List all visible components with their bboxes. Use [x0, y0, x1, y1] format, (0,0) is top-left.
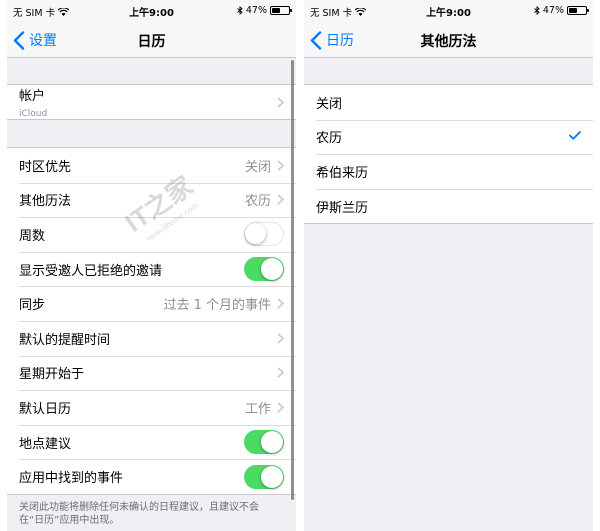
chevron-left-icon [13, 30, 25, 50]
location-suggestions-toggle[interactable] [244, 430, 284, 455]
chevron-right-icon [277, 160, 284, 171]
battery-percent: 47% [245, 5, 267, 16]
back-button[interactable]: 日历 [310, 30, 354, 50]
calendar-options-group: 关闭 农历 希伯来历 伊斯兰历 [304, 84, 593, 225]
row-sync[interactable]: 同步 过去 1 个月的事件 [7, 286, 296, 321]
row-default-alert-times[interactable]: 默认的提醒时间 [7, 320, 296, 356]
row-start-week-on[interactable]: 星期开始于 [7, 355, 296, 391]
week-numbers-toggle[interactable] [244, 222, 284, 247]
chevron-left-icon [310, 30, 322, 50]
bluetooth-icon [534, 6, 540, 15]
row-alternate-calendars[interactable]: 其他历法 农历 [7, 182, 296, 218]
calendar-settings-screen: 无 SIM 卡 上午9:00 47% 设置 日历 帐户 iCloud 时区优先 … [7, 0, 296, 531]
back-button[interactable]: 设置 [13, 30, 57, 50]
chevron-right-icon [277, 367, 284, 378]
scrollbar[interactable] [291, 60, 294, 500]
accounts-label: 帐户 [19, 89, 46, 104]
footer-note: 关闭此功能将删除任何未确认的日程建议，且建议不会在“日历”应用中出现。 [19, 501, 259, 526]
status-bar: 无 SIM 卡 上午9:00 47% [304, 0, 593, 22]
navigation-bar: 设置 日历 [7, 22, 296, 58]
row-events-found-in-apps: 应用中找到的事件 [7, 459, 296, 494]
chevron-right-icon [277, 97, 284, 108]
battery-icon [567, 6, 589, 15]
show-declined-toggle[interactable] [244, 257, 284, 282]
row-show-declined: 显示受邀人已拒绝的邀请 [7, 251, 296, 287]
accounts-row[interactable]: 帐户 iCloud [7, 85, 296, 119]
back-label: 日历 [326, 33, 354, 49]
events-found-in-apps-toggle[interactable] [244, 464, 284, 489]
accounts-sub: iCloud [19, 109, 48, 119]
navigation-bar: 日历 其他历法 [304, 22, 593, 58]
battery-percent: 47% [542, 5, 564, 16]
status-bar: 无 SIM 卡 上午9:00 47% [7, 0, 296, 22]
row-location-suggestions: 地点建议 [7, 424, 296, 460]
option-off[interactable]: 关闭 [304, 85, 593, 120]
chevron-right-icon [277, 402, 284, 413]
row-timezone-override[interactable]: 时区优先 关闭 [7, 148, 296, 183]
row-week-numbers: 周数 [7, 217, 296, 252]
alternate-calendars-screen: 无 SIM 卡 上午9:00 47% 日历 其他历法 关闭 农历 希伯来历 伊斯… [304, 0, 593, 531]
settings-group: 时区优先 关闭 其他历法 农历 周数 显示受邀人已拒绝的邀请 同步 过去 1 个… [7, 147, 296, 495]
bluetooth-icon [237, 6, 243, 15]
account-group: 帐户 iCloud [7, 84, 296, 120]
option-hebrew[interactable]: 希伯来历 [304, 154, 593, 189]
option-chinese[interactable]: 农历 [304, 119, 593, 155]
row-default-calendar[interactable]: 默认日历 工作 [7, 390, 296, 425]
back-label: 设置 [29, 33, 57, 49]
chevron-right-icon [277, 194, 284, 205]
chevron-right-icon [277, 333, 284, 344]
checkmark-icon [569, 131, 581, 141]
option-islamic[interactable]: 伊斯兰历 [304, 188, 593, 224]
battery-icon [270, 6, 292, 15]
chevron-right-icon [277, 298, 284, 309]
